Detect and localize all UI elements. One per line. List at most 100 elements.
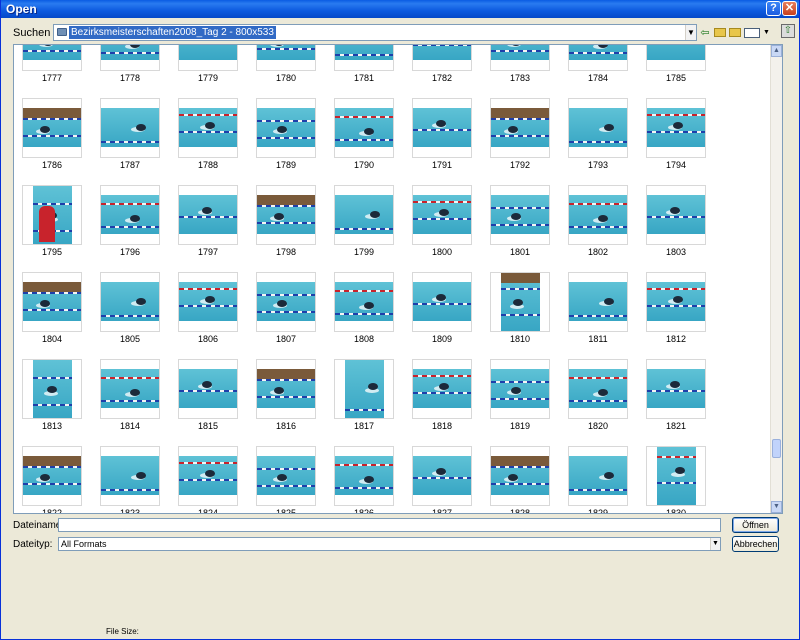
lane-rope <box>33 403 72 406</box>
thumbnail-frame <box>334 98 394 158</box>
thumbnail-item[interactable]: 1792 <box>482 96 560 183</box>
thumbnail-image <box>413 369 471 408</box>
thumbnail-item[interactable]: 1799 <box>326 183 404 270</box>
thumbnail-item[interactable]: 1806 <box>170 270 248 357</box>
thumbnail-item[interactable]: 1786 <box>14 96 92 183</box>
thumbnail-item[interactable]: 1781 <box>326 45 404 96</box>
chevron-down-icon[interactable]: ▼ <box>685 25 696 40</box>
thumbnail-label: 1795 <box>41 247 63 257</box>
cancel-button[interactable]: Abbrechen <box>732 536 779 552</box>
thumbnail-item[interactable]: 1785 <box>638 45 716 96</box>
scrollbar-thumb[interactable] <box>772 439 781 458</box>
thumbnail-item[interactable]: 1782 <box>404 45 482 96</box>
thumbnail-item[interactable]: 1828 <box>482 444 560 513</box>
thumbnail-label: 1821 <box>665 421 687 431</box>
thumbnail-item[interactable]: 1798 <box>248 183 326 270</box>
views-dropdown-icon[interactable]: ▼ <box>763 27 770 39</box>
thumbnail-item[interactable]: 1800 <box>404 183 482 270</box>
thumbnail-item[interactable]: 1780 <box>248 45 326 96</box>
thumbnail-item[interactable]: 1813 <box>14 357 92 444</box>
help-button[interactable]: ? <box>766 1 781 16</box>
thumbnail-image <box>569 456 627 495</box>
thumbnail-item[interactable]: 1820 <box>560 357 638 444</box>
thumbnail-item[interactable]: 1814 <box>92 357 170 444</box>
thumbnail-frame <box>100 45 160 71</box>
thumbnail-image <box>23 282 81 321</box>
thumbnail-label: 1812 <box>665 334 687 344</box>
lane-rope <box>491 224 549 227</box>
thumbnail-item[interactable]: 1787 <box>92 96 170 183</box>
thumbnail-item[interactable]: 1830 <box>638 444 716 513</box>
thumbnail-item[interactable]: 1796 <box>92 183 170 270</box>
swimmer-figure <box>205 121 216 129</box>
filetype-select[interactable]: All Formats ▼ <box>58 537 721 551</box>
thumbnail-item[interactable]: 1789 <box>248 96 326 183</box>
open-button[interactable]: Öffnen <box>732 517 779 533</box>
thumbnail-item[interactable]: 1794 <box>638 96 716 183</box>
thumbnail-frame <box>568 272 628 332</box>
views-menu-icon[interactable] <box>744 27 760 38</box>
thumbnail-item[interactable]: 1825 <box>248 444 326 513</box>
swimmer-figure <box>46 386 57 394</box>
look-in-combo[interactable]: Bezirksmeisterschaften2008_Tag 2 - 800x5… <box>53 24 697 41</box>
thumbnail-label: 1824 <box>197 508 219 514</box>
thumbnail-item[interactable]: 1812 <box>638 270 716 357</box>
thumbnail-item[interactable]: 1788 <box>170 96 248 183</box>
thumbnail-frame <box>100 359 160 419</box>
thumbnail-item[interactable]: 1823 <box>92 444 170 513</box>
thumbnail-item[interactable]: 1778 <box>92 45 170 96</box>
swimmer-figure <box>135 123 146 131</box>
swimmer-figure <box>130 45 140 48</box>
swimmer-figure <box>439 382 450 390</box>
title-bar[interactable]: Open ? ✕ <box>1 0 799 18</box>
thumbnail-item[interactable]: 1777 <box>14 45 92 96</box>
swimmer-figure <box>274 212 285 220</box>
thumbnail-item[interactable]: 1810 <box>482 270 560 357</box>
thumbnail-item[interactable]: 1779 <box>170 45 248 96</box>
thumbnail-item[interactable]: 1801 <box>482 183 560 270</box>
thumbnail-item[interactable]: 1807 <box>248 270 326 357</box>
thumbnail-item[interactable]: 1795 <box>14 183 92 270</box>
vertical-scrollbar[interactable]: ▲ ▼ <box>770 45 782 513</box>
thumbnail-item[interactable]: 1824 <box>170 444 248 514</box>
thumbnail-item[interactable]: 1818 <box>404 357 482 444</box>
chevron-down-icon[interactable]: ▼ <box>710 538 720 550</box>
thumbnail-item[interactable]: 1811 <box>560 270 638 357</box>
close-button[interactable]: ✕ <box>782 1 797 16</box>
thumbnail-item[interactable]: 1819 <box>482 357 560 444</box>
filename-input[interactable] <box>58 518 721 532</box>
thumbnail-item[interactable]: 1797 <box>170 183 248 270</box>
thumbnail-item[interactable]: 1783 <box>482 45 560 96</box>
thumbnail-item[interactable]: 1804 <box>14 270 92 357</box>
thumbnail-item[interactable]: 1822 <box>14 444 92 513</box>
thumbnail-item[interactable]: 1829 <box>560 444 638 513</box>
lane-rope <box>101 400 159 403</box>
lane-rope <box>335 487 393 490</box>
lane-rope <box>569 141 627 144</box>
scroll-down-icon[interactable]: ▼ <box>771 501 782 513</box>
thumbnail-item[interactable]: 1809 <box>404 270 482 357</box>
thumbnail-item[interactable]: 1827 <box>404 444 482 513</box>
thumbnail-item[interactable]: 1817 <box>326 357 404 444</box>
thumbnail-image <box>413 195 471 234</box>
thumbnail-item[interactable]: 1784 <box>560 45 638 96</box>
thumbnail-item[interactable]: 1821 <box>638 357 716 444</box>
lane-rope <box>257 396 315 399</box>
scroll-up-icon[interactable]: ▲ <box>771 45 782 57</box>
thumbnail-item[interactable]: 1790 <box>326 96 404 183</box>
thumbnail-item[interactable]: 1826 <box>326 444 404 513</box>
new-folder-icon[interactable] <box>729 28 741 37</box>
thumbnail-item[interactable]: 1816 <box>248 357 326 444</box>
thumbnail-item[interactable]: 1808 <box>326 270 404 357</box>
up-folder-icon[interactable] <box>714 28 726 37</box>
thumbnail-item[interactable]: 1803 <box>638 183 716 270</box>
back-arrow-icon[interactable]: ⇦ <box>699 27 711 39</box>
thumbnail-item[interactable]: 1802 <box>560 183 638 270</box>
thumbnail-item[interactable]: 1815 <box>170 357 248 444</box>
thumbnail-label: 1783 <box>509 73 531 83</box>
thumbnail-item[interactable]: 1791 <box>404 96 482 183</box>
thumbnail-item[interactable]: 1805 <box>92 270 170 357</box>
thumbnail-item[interactable]: 1793 <box>560 96 638 183</box>
side-panel-icon[interactable]: ⇧ <box>781 24 795 38</box>
file-list[interactable]: 1777 1778 1779 1780 1781 1782 1783 1784 1785 1786… <box>13 44 783 514</box>
